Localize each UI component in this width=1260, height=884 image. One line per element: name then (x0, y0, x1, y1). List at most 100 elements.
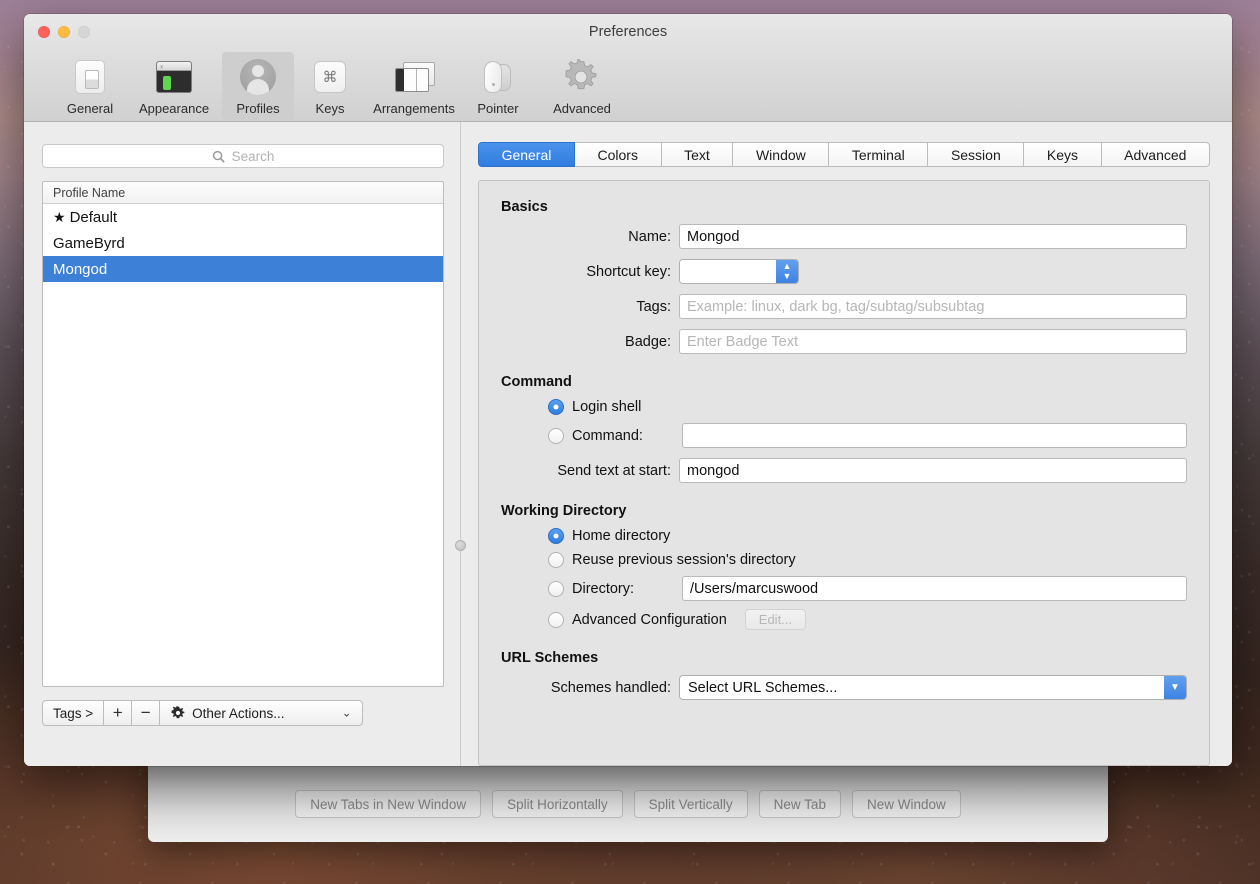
profile-list-rows: ★ Default GameByrd Mongod (43, 204, 443, 686)
star-icon: ★ (53, 208, 66, 225)
mouse-icon (479, 58, 517, 96)
general-settings-panel: Basics Name: Mongod Shortcut key: ▲ ▼ Ta… (478, 180, 1210, 766)
tab-window[interactable]: Window (733, 142, 830, 167)
tab-keys[interactable]: Keys (1024, 142, 1102, 167)
tags-button[interactable]: Tags > (42, 700, 105, 726)
chevron-down-icon: ⌄ (341, 707, 352, 720)
send-text-label: Send text at start: (557, 462, 671, 479)
toolbar-label-advanced: Advanced (553, 101, 611, 116)
stepper-arrows-icon[interactable]: ▲ ▼ (776, 260, 798, 283)
directory-field[interactable]: /Users/marcuswood (682, 576, 1187, 601)
list-item[interactable]: ★ Default (43, 204, 443, 230)
shortcut-key-label: Shortcut key: (586, 263, 671, 280)
shortcut-key-stepper[interactable]: ▲ ▼ (679, 259, 799, 284)
chevron-down-icon[interactable]: ▼ (1164, 676, 1186, 699)
directory-radio[interactable] (548, 580, 564, 597)
toolbar-label-appearance: Appearance (138, 101, 210, 116)
reuse-directory-row[interactable]: Reuse previous session's directory (501, 552, 1187, 568)
url-schemes-section-title: URL Schemes (501, 650, 599, 666)
toolbar-label-general: General (66, 101, 114, 116)
tags-row: Tags: Example: linux, dark bg, tag/subta… (501, 294, 1187, 319)
toolbar-item-keys[interactable]: ⌘ Keys (294, 52, 366, 120)
tab-colors[interactable]: Colors (574, 142, 662, 167)
reuse-directory-label: Reuse previous session's directory (572, 552, 796, 568)
home-directory-radio[interactable] (548, 528, 564, 544)
window-chrome: Preferences General ☓ Appearance Profile… (24, 14, 1232, 122)
profile-list-header: Profile Name (43, 182, 443, 204)
profile-list[interactable]: Profile Name ★ Default GameByrd Mongod (42, 181, 444, 687)
toolbar-item-profiles[interactable]: Profiles (222, 52, 294, 120)
list-item[interactable]: GameByrd (43, 230, 443, 256)
display-toggle-icon (71, 58, 109, 96)
gear-icon (563, 57, 601, 96)
edit-button[interactable]: Edit... (744, 609, 807, 630)
tab-session[interactable]: Session (928, 142, 1025, 167)
tags-label: Tags: (636, 298, 671, 315)
toolbar-label-keys: Keys (315, 101, 345, 116)
name-label: Name: (628, 228, 671, 245)
advanced-configuration-label: Advanced Configuration (572, 611, 727, 628)
command-key-icon: ⌘ (311, 58, 349, 96)
command-field[interactable] (682, 423, 1187, 448)
settings-tab-bar: General Colors Text Window Terminal Sess… (478, 142, 1211, 167)
list-item-label: Default (69, 208, 118, 226)
window-title: Preferences (588, 24, 668, 40)
shortcut-key-value[interactable] (680, 260, 776, 283)
other-actions-button[interactable]: Other Actions... ⌄ (160, 700, 364, 726)
send-text-field[interactable]: mongod (679, 458, 1187, 483)
tab-text[interactable]: Text (661, 142, 734, 167)
sidebar-toolbar: Tags > + − Other Actions... ⌄ (42, 700, 444, 726)
new-tab-button[interactable]: New Tab (758, 790, 841, 818)
profile-settings-pane: General Colors Text Window Terminal Sess… (462, 122, 1232, 766)
pane-resize-handle[interactable] (455, 540, 466, 551)
badge-row: Badge: Enter Badge Text (501, 329, 1187, 354)
advanced-configuration-row[interactable]: Advanced Configuration Edit... (501, 609, 1187, 630)
command-section-title: Command (501, 374, 572, 390)
add-profile-button[interactable]: + (104, 700, 133, 726)
home-directory-row[interactable]: Home directory (501, 528, 1187, 544)
list-item[interactable]: Mongod (43, 256, 443, 282)
reuse-directory-radio[interactable] (548, 552, 564, 568)
stacked-windows-icon (395, 58, 435, 96)
schemes-handled-row: Schemes handled: Select URL Schemes... ▼ (501, 675, 1187, 700)
schemes-handled-dropdown[interactable]: Select URL Schemes... ▼ (679, 675, 1187, 700)
tab-terminal[interactable]: Terminal (829, 142, 929, 167)
split-vertically-button[interactable]: Split Vertically (633, 790, 748, 818)
new-window-button[interactable]: New Window (851, 790, 961, 818)
person-silhouette-icon (239, 58, 277, 96)
split-horizontally-button[interactable]: Split Horizontally (492, 790, 623, 818)
name-row: Name: Mongod (501, 224, 1187, 249)
profiles-sidebar: Search Profile Name ★ Default GameByrd M… (24, 122, 466, 766)
basics-section-title: Basics (501, 199, 548, 215)
advanced-configuration-radio[interactable] (548, 611, 564, 628)
other-actions-label: Other Actions... (192, 705, 285, 721)
command-label: Command: (572, 427, 643, 444)
directory-label: Directory: (572, 580, 635, 597)
toolbar-item-advanced[interactable]: Advanced (534, 52, 630, 120)
command-radio[interactable] (548, 427, 564, 444)
remove-profile-button[interactable]: − (132, 700, 161, 726)
toolbar-item-appearance[interactable]: ☓ Appearance (126, 52, 222, 120)
login-shell-row[interactable]: Login shell (501, 399, 1187, 415)
send-text-row: Send text at start: mongod (501, 458, 1187, 483)
search-placeholder: Search (231, 148, 275, 164)
name-field[interactable]: Mongod (679, 224, 1187, 249)
shortcut-key-row: Shortcut key: ▲ ▼ (501, 259, 1187, 284)
toolbar-item-pointer[interactable]: Pointer (462, 52, 534, 120)
login-shell-radio[interactable] (548, 399, 564, 415)
preferences-window: Preferences General ☓ Appearance Profile… (24, 14, 1232, 766)
badge-field[interactable]: Enter Badge Text (679, 329, 1187, 354)
preferences-body: Search Profile Name ★ Default GameByrd M… (24, 122, 1232, 766)
toolbar-item-general[interactable]: General (54, 52, 126, 120)
new-tabs-in-new-window-button[interactable]: New Tabs in New Window (295, 790, 482, 818)
directory-row: Directory: /Users/marcuswood (501, 576, 1187, 601)
toolbar-label-pointer: Pointer (477, 101, 519, 116)
toolbar-item-arrangements[interactable]: Arrangements (366, 52, 462, 120)
background-window-button-row: New Tabs in New Window Split Horizontall… (148, 790, 1108, 818)
pane-divider (460, 122, 461, 766)
tab-advanced[interactable]: Advanced (1101, 142, 1211, 167)
search-input[interactable]: Search (42, 144, 444, 168)
tab-general[interactable]: General (478, 142, 575, 167)
badge-label: Badge: (625, 333, 671, 350)
tags-field[interactable]: Example: linux, dark bg, tag/subtag/subs… (679, 294, 1187, 319)
